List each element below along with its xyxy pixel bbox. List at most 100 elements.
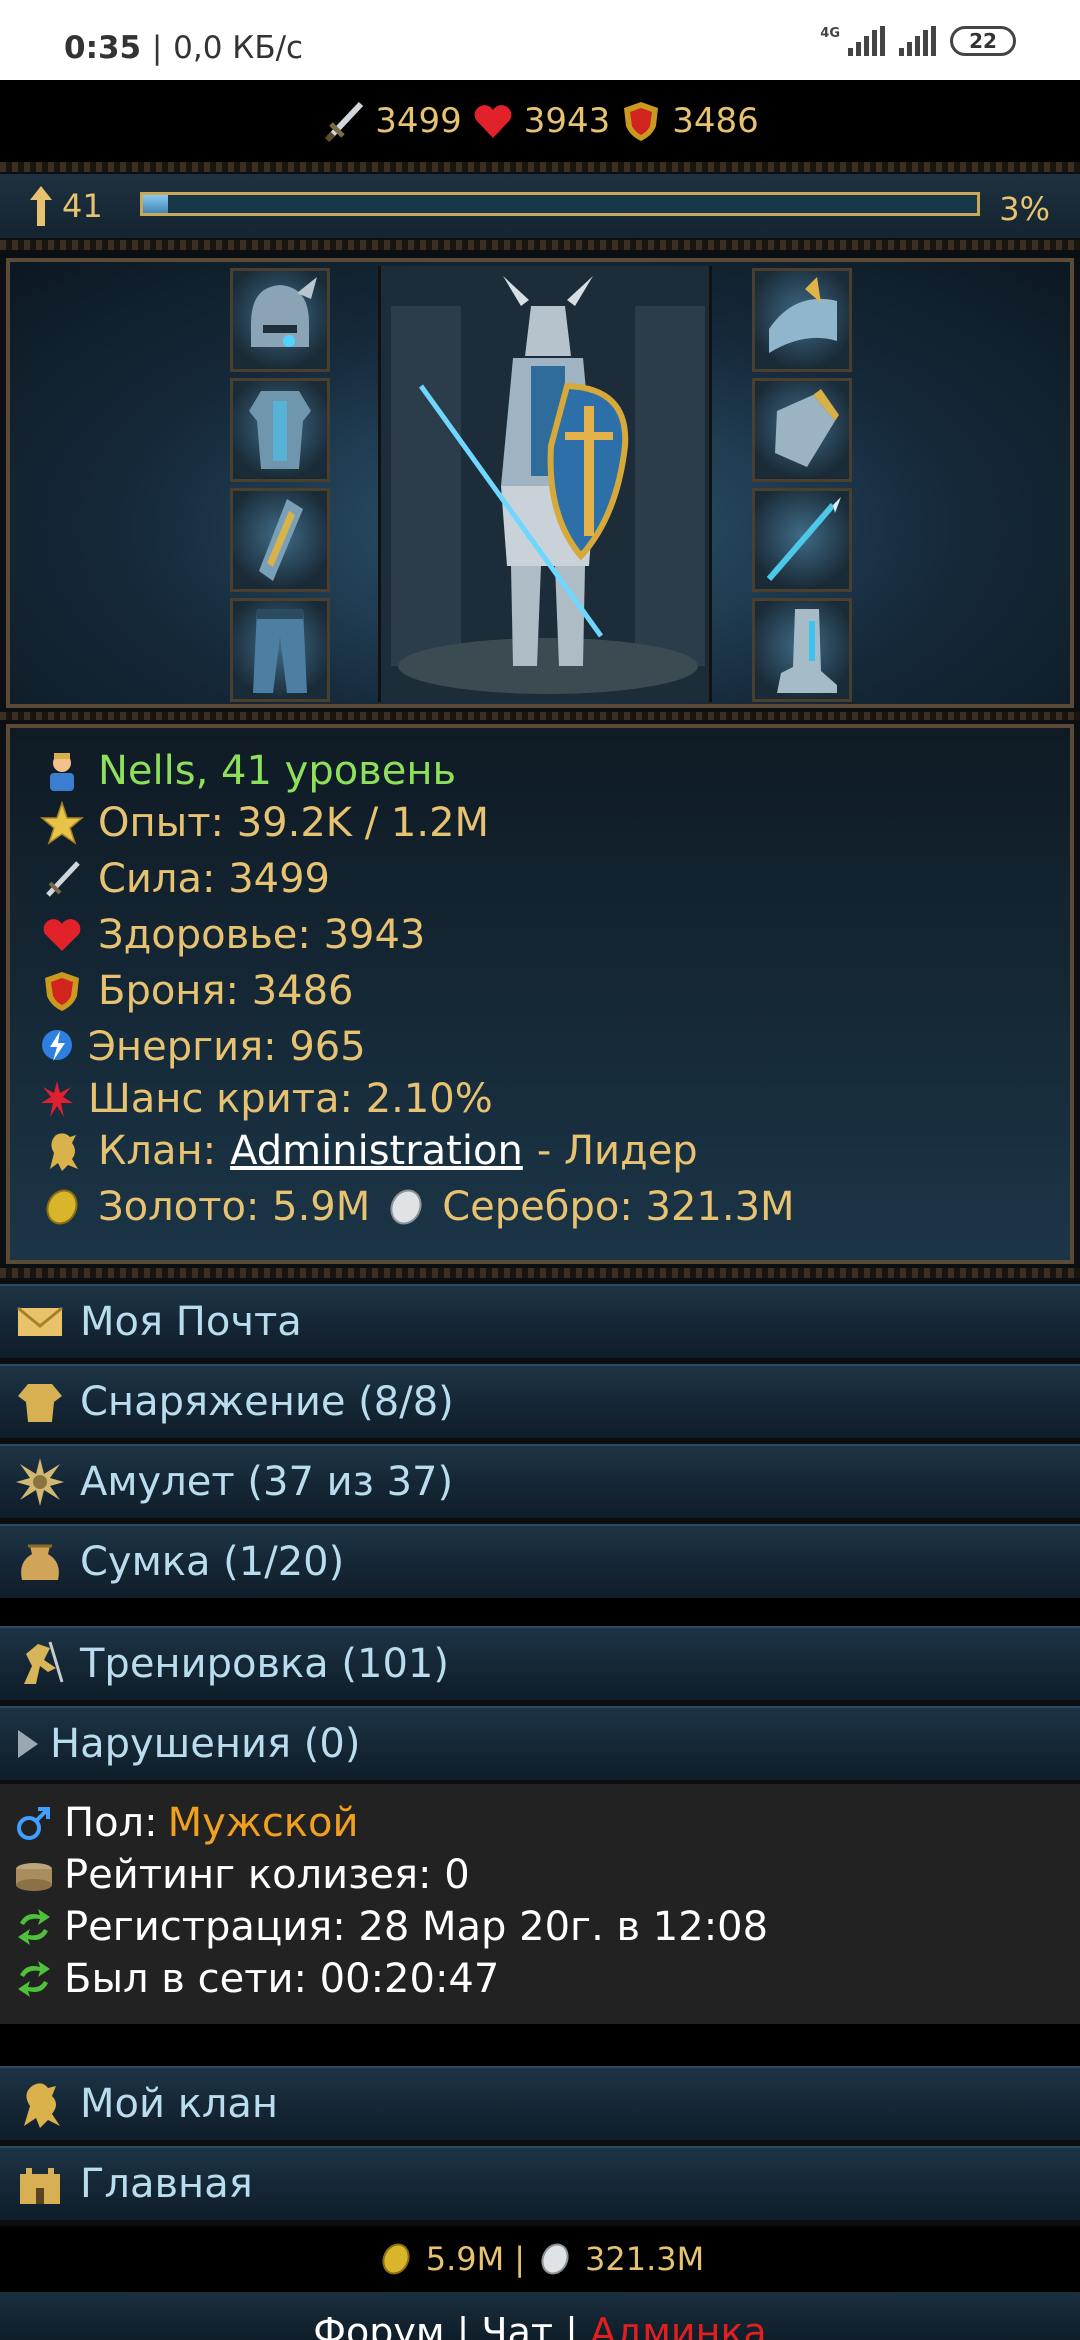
equipment-panel [6,258,1074,708]
status-separator: | [151,30,163,66]
top-armor: 3486 [672,101,759,141]
top-stats: 3499 3943 3486 [0,80,1080,162]
bag-icon [21,1544,59,1580]
silver-coin-icon [390,1189,422,1225]
chat-link[interactable]: Чат [482,2310,553,2340]
amulet-icon [16,1458,64,1506]
energy-text: Энергия: 965 [88,1024,366,1070]
user-icon [50,753,74,791]
gender-line: Пол: Мужской [14,1800,358,1846]
status-bar: 0:35 | 0,0 КБ/с 4G 22 [0,0,1080,80]
status-right: 4G 22 [820,26,1016,56]
menu-amulet-label: Амулет (37 из 37) [80,1459,454,1505]
crit-text: Шанс крита: 2.10% [88,1076,493,1122]
battery-icon: 22 [950,26,1016,56]
armor-icon [249,391,311,469]
slot-bracer[interactable] [230,488,330,592]
spear-icon [766,497,841,581]
colosseum-line: Рейтинг колизея: 0 [14,1852,470,1898]
menu-home[interactable]: Главная [0,2146,1080,2220]
bracer-icon [259,499,303,581]
experience-percent: 3% [999,190,1050,228]
slot-gloves[interactable] [752,378,852,482]
crit-line: Шанс крита: 2.10% [40,1076,493,1122]
experience-bar-fill [143,195,169,213]
divider [0,162,1080,172]
health-line: Здоровье: 3943 [40,912,425,958]
status-speed: 0,0 КБ/с [173,30,304,66]
footer-link-sep: | [565,2310,590,2340]
slot-armor[interactable] [230,378,330,482]
character-portrait [378,266,712,702]
gloves-icon [775,389,839,467]
slot-pants[interactable] [230,598,330,702]
footer-gold: 5.9M [425,2240,505,2278]
sword-icon [325,101,364,143]
menu-spacer [0,2024,1080,2066]
energy-line: Энергия: 965 [40,1024,366,1070]
menu-violations[interactable]: Нарушения (0) [0,1706,1080,1780]
menu-bag[interactable]: Сумка (1/20) [0,1524,1080,1598]
menu-home-label: Главная [80,2161,253,2207]
clan-prefix: Клан: [98,1128,217,1174]
profile-details: Пол: Мужской Рейтинг колизея: 0 Регистра… [0,1784,1080,2024]
menu-violations-label: Нарушения (0) [50,1721,361,1767]
clan-link[interactable]: Administration [230,1128,523,1174]
menu-amulet[interactable]: Амулет (37 из 37) [0,1444,1080,1518]
menu-gear[interactable]: Снаряжение (8/8) [0,1364,1080,1438]
gold-coin-icon [46,1189,78,1225]
menu-my-clan[interactable]: Мой клан [0,2066,1080,2140]
top-strength: 3499 [375,101,462,141]
slot-helmet[interactable] [230,268,330,372]
sword-icon [46,861,80,897]
lightning-icon [42,1030,72,1061]
status-time: 0:35 [64,30,142,66]
footer-links: Форум | Чат | Админка [0,2292,1080,2340]
divider [0,240,1080,250]
strength-line: Сила: 3499 [40,856,330,902]
star-icon [40,801,84,845]
heart-icon [43,919,81,951]
level-number: 41 [62,187,103,225]
level-indicator: 41 [28,184,103,228]
armor-line: Броня: 3486 [40,968,354,1014]
signal-icon-2 [899,26,936,56]
exp-text: Опыт: 39.2K / 1.2M [98,800,490,846]
status-left: 0:35 | 0,0 КБ/с [64,30,303,66]
strength-text: Сила: 3499 [98,856,330,902]
shoulder-icon [769,277,837,353]
network-type: 4G [820,26,840,41]
menu-training[interactable]: Тренировка (101) [0,1626,1080,1700]
divider [0,712,1080,720]
registration-text: Регистрация: 28 Мар 20г. в 12:08 [64,1904,769,1950]
menu-bag-label: Сумка (1/20) [80,1539,345,1585]
level-row: 41 3% [0,174,1080,238]
top-health: 3943 [523,101,611,141]
slot-weapon[interactable] [752,488,852,592]
forum-link[interactable]: Форум [313,2310,444,2340]
last-online-text: Был в сети: 00:20:47 [64,1956,500,2002]
footer-link-sep: | [456,2310,482,2340]
slot-boots[interactable] [752,598,852,702]
clan-role: - Лидер [536,1128,698,1174]
slot-shoulder[interactable] [752,268,852,372]
burst-icon [41,1081,73,1117]
experience-bar [140,192,980,216]
menu-my-clan-label: Мой клан [80,2081,279,2127]
currency-line: Золото: 5.9M Серебро: 321.3M [40,1184,795,1230]
clan-line: Клан: Administration - Лидер [40,1128,698,1174]
lion-icon [50,1133,78,1171]
male-icon [17,1807,50,1840]
arrow-up-icon [30,186,52,226]
refresh-icon [18,1961,50,1997]
shield-icon [624,102,659,141]
character-info-panel: Nells, 41 уровень Опыт: 39.2K / 1.2M Сил… [6,724,1074,1264]
signal-icon [848,26,885,56]
menu-mail[interactable]: Моя Почта [0,1284,1080,1358]
divider [0,1268,1080,1278]
admin-link[interactable]: Админка [590,2310,767,2340]
colosseum-icon [16,1863,52,1891]
castle-icon [20,2168,60,2204]
gold-coin-icon [382,2243,410,2275]
colosseum-text: Рейтинг колизея: 0 [64,1852,470,1898]
